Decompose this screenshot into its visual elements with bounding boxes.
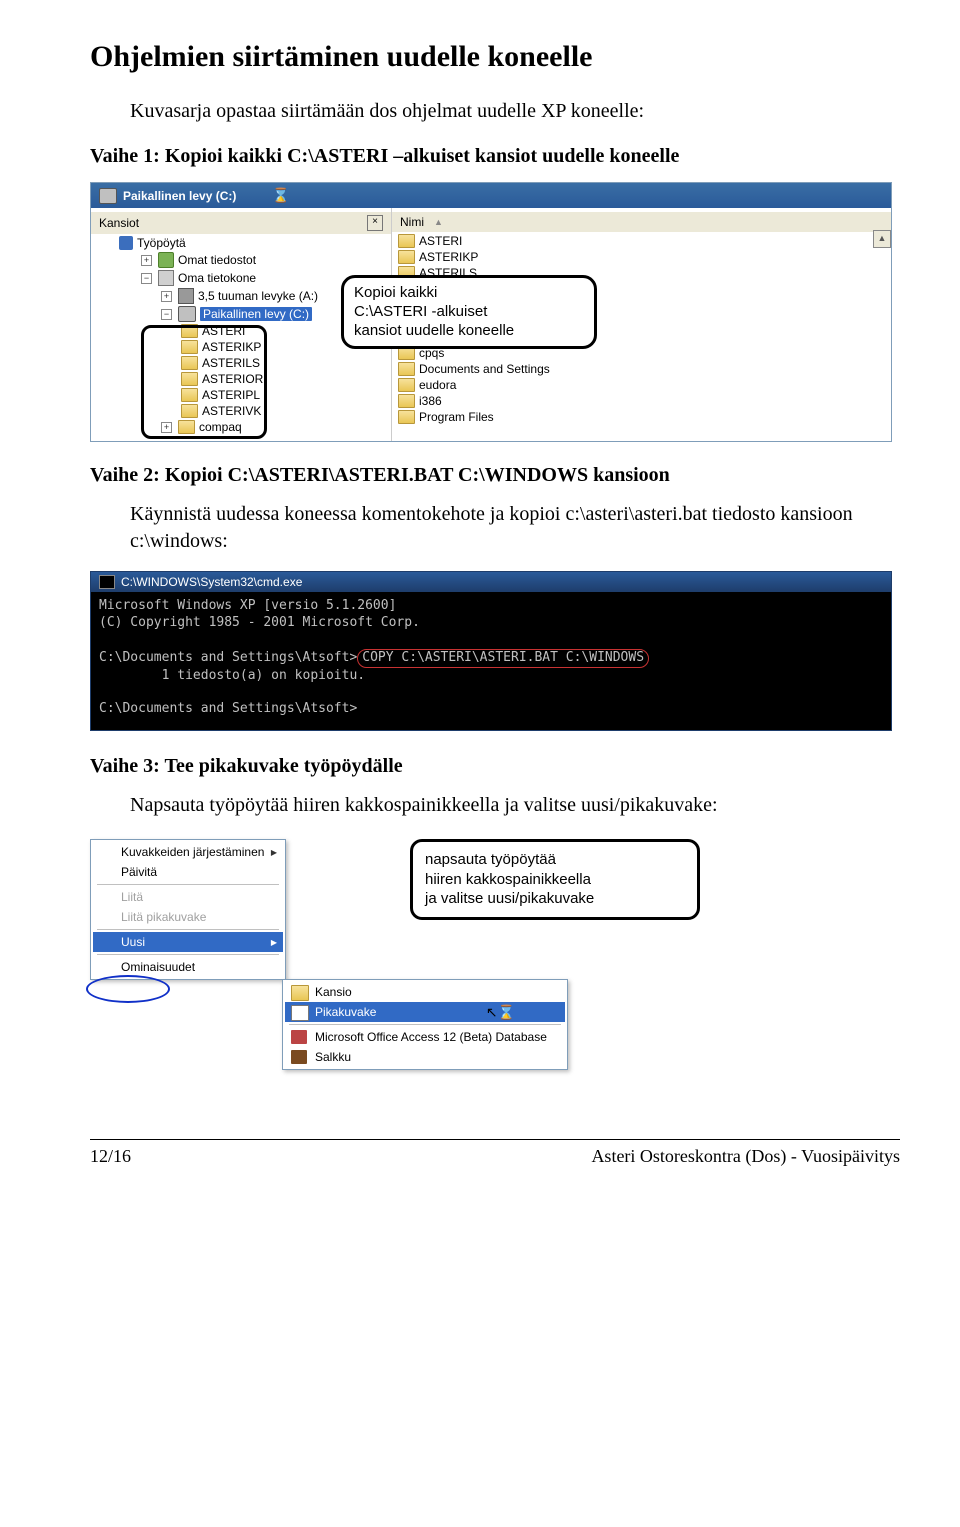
folder-icon (398, 250, 415, 264)
footer-divider (90, 1139, 900, 1140)
new-submenu: Kansio Pikakuvake↖⌛ Microsoft Office Acc… (282, 979, 568, 1070)
folder-icon (398, 410, 415, 424)
cmd-title-text: C:\WINDOWS\System32\cmd.exe (121, 575, 302, 589)
menu-separator (97, 929, 279, 930)
cmd-titlebar: C:\WINDOWS\System32\cmd.exe (91, 572, 891, 592)
list-item[interactable]: ASTERI (392, 233, 891, 249)
close-icon[interactable]: × (367, 215, 383, 231)
menu-item-new[interactable]: Uusi (93, 932, 283, 952)
cmd-output: 1 tiedosto(a) on kopioitu. (99, 668, 365, 683)
intro-text: Kuvasarja opastaa siirtämään dos ohjelma… (130, 98, 900, 125)
folder-icon (181, 324, 198, 338)
window-title: Paikallinen levy (C:) (123, 189, 236, 203)
menu-item-paste-shortcut: Liitä pikakuvake (93, 907, 283, 927)
scroll-up-icon[interactable]: ▲ (873, 230, 891, 248)
menu-item-refresh[interactable]: Päivitä (93, 862, 283, 882)
desktop-icon (119, 236, 133, 250)
drive-icon (99, 188, 117, 204)
menu-item-folder[interactable]: Kansio (285, 982, 565, 1002)
list-item[interactable]: i386 (392, 393, 891, 409)
desktop-context-menu: Kuvakkeiden järjestäminen Päivitä Liitä … (90, 839, 286, 980)
step2-heading: Vaihe 2: Kopioi C:\ASTERI\ASTERI.BAT C:\… (90, 464, 900, 487)
page-title: Ohjelmien siirtäminen uudelle koneelle (90, 40, 900, 74)
footer-title: Asteri Ostoreskontra (Dos) - Vuosipäivit… (591, 1146, 900, 1167)
cmd-prompt: C:\Documents and Settings\Atsoft> (99, 701, 357, 716)
folder-icon (398, 234, 415, 248)
menu-separator (97, 884, 279, 885)
computer-icon (158, 270, 174, 286)
menu-item-arrange-icons[interactable]: Kuvakkeiden järjestäminen (93, 842, 283, 862)
cmd-highlighted-command: COPY C:\ASTERI\ASTERI.BAT C:\WINDOWS (357, 649, 649, 668)
step1-heading: Vaihe 1: Kopioi kaikki C:\ASTERI –alkuis… (90, 145, 900, 168)
sort-ascending-icon: ▲ (434, 217, 443, 227)
folder-icon (181, 388, 198, 402)
cursor-hourglass-icon: ⌛ (272, 187, 289, 204)
tree-header: Kansiot × (91, 212, 391, 235)
cmd-line: (C) Copyright 1985 - 2001 Microsoft Corp… (99, 615, 420, 630)
tree-folder[interactable]: +compaq (91, 419, 391, 435)
menu-item-briefcase[interactable]: Salkku (285, 1047, 565, 1067)
page-footer: 12/16 Asteri Ostoreskontra (Dos) - Vuosi… (90, 1146, 900, 1167)
documents-icon (158, 252, 174, 268)
shortcut-icon (291, 1005, 309, 1021)
explorer-screenshot: Paikallinen levy (C:) ⌛ Kansiot × Työpöy… (90, 182, 892, 442)
folder-icon (181, 404, 198, 418)
expand-icon[interactable]: + (161, 291, 172, 302)
tree-folder[interactable]: ASTERILS (91, 355, 391, 371)
tree-desktop[interactable]: Työpöytä (91, 235, 391, 251)
menu-item-properties[interactable]: Ominaisuudet (93, 957, 283, 977)
tree-folder[interactable]: ASTERIPL (91, 387, 391, 403)
folder-icon (181, 372, 198, 386)
folder-icon (291, 985, 309, 1001)
folder-icon (181, 340, 198, 354)
collapse-icon[interactable]: − (141, 273, 152, 284)
callout-box: napsauta työpöytää hiiren kakkospainikke… (410, 839, 700, 920)
step2-body: Käynnistä uudessa koneessa komentokehote… (130, 501, 900, 555)
cmd-icon (99, 575, 115, 589)
menu-separator (289, 1024, 561, 1025)
tree-folder[interactable]: ASTERIOR (91, 371, 391, 387)
cmd-prompt: C:\Documents and Settings\Atsoft> (99, 650, 357, 665)
callout-box: Kopioi kaikki C:\ASTERI -alkuiset kansio… (341, 275, 597, 349)
tree-my-documents[interactable]: +Omat tiedostot (91, 251, 391, 269)
folder-icon (181, 356, 198, 370)
cmd-screenshot: C:\WINDOWS\System32\cmd.exe Microsoft Wi… (90, 571, 892, 731)
menu-item-access-db[interactable]: Microsoft Office Access 12 (Beta) Databa… (285, 1027, 565, 1047)
step3-body: Napsauta työpöytää hiiren kakkospainikke… (130, 792, 900, 819)
collapse-icon[interactable]: − (161, 309, 172, 320)
expand-icon[interactable]: + (161, 422, 172, 433)
list-item[interactable]: eudora (392, 377, 891, 393)
access-icon (291, 1030, 307, 1044)
cmd-body: Microsoft Windows XP [versio 5.1.2600] (… (91, 592, 891, 730)
context-menu-screenshot: Kuvakkeiden järjestäminen Päivitä Liitä … (90, 839, 890, 1099)
list-item[interactable]: Documents and Settings (392, 361, 891, 377)
name-column-header[interactable]: Nimi (400, 215, 424, 229)
tree-header-label: Kansiot (99, 216, 139, 230)
menu-separator (97, 954, 279, 955)
briefcase-icon (291, 1050, 307, 1064)
list-item[interactable]: Program Files (392, 409, 891, 425)
cursor-icon: ↖⌛ (486, 1004, 515, 1021)
tree-folder[interactable]: ASTERIVK (91, 403, 391, 419)
page-number: 12/16 (90, 1146, 131, 1167)
expand-icon[interactable]: + (141, 255, 152, 266)
folder-icon (398, 394, 415, 408)
folder-icon (398, 378, 415, 392)
menu-item-shortcut[interactable]: Pikakuvake↖⌛ (285, 1002, 565, 1022)
cmd-line: Microsoft Windows XP [versio 5.1.2600] (99, 598, 396, 613)
floppy-icon (178, 288, 194, 304)
list-item[interactable]: ASTERIKP (392, 249, 891, 265)
list-header[interactable]: Nimi ▲ (392, 212, 891, 233)
folder-icon (178, 420, 195, 434)
step3-heading: Vaihe 3: Tee pikakuvake työpöydälle (90, 755, 900, 778)
drive-icon (178, 306, 196, 322)
menu-item-paste: Liitä (93, 887, 283, 907)
window-titlebar: Paikallinen levy (C:) ⌛ (91, 183, 891, 208)
folder-icon (398, 362, 415, 376)
